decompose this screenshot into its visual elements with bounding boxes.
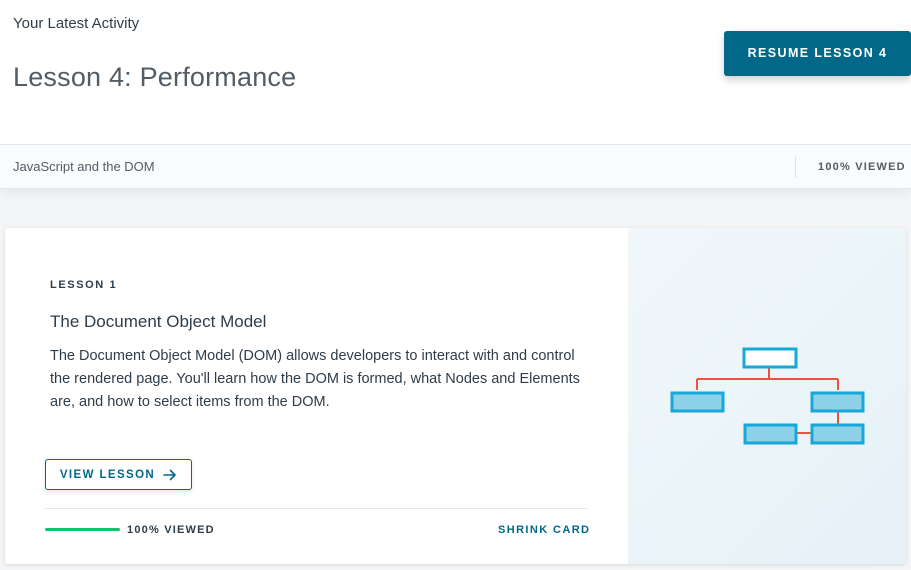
child-node — [670, 391, 725, 413]
progress-bar — [45, 528, 120, 531]
course-name: JavaScript and the DOM — [13, 159, 155, 174]
child-node — [810, 391, 865, 413]
course-divider — [795, 156, 796, 178]
course-bar: JavaScript and the DOM 100% VIEWED — [0, 144, 911, 189]
page-title: Lesson 4: Performance — [13, 62, 297, 92]
progress-bar-fill — [45, 528, 120, 531]
lesson-description: The Document Object Model (DOM) allows d… — [50, 348, 580, 410]
lesson-title: The Document Object Model — [50, 312, 267, 331]
activity-header: Your Latest Activity Lesson 4: Performan… — [0, 0, 911, 144]
lesson-card: LESSON 1 The Document Object Model The D… — [5, 228, 906, 564]
grandchild-node — [743, 423, 798, 445]
root-node — [742, 347, 798, 369]
shrink-card-link[interactable]: SHRINK CARD — [498, 524, 590, 536]
lesson-number: LESSON 1 — [50, 279, 118, 291]
progress-label: 100% VIEWED — [127, 524, 215, 536]
course-viewed-status: 100% VIEWED — [818, 161, 906, 173]
dom-tree-diagram — [670, 347, 865, 445]
activity-label: Your Latest Activity — [13, 15, 140, 32]
view-lesson-label: VIEW LESSON — [59, 468, 156, 481]
resume-lesson-button[interactable]: RESUME LESSON 4 — [724, 31, 911, 76]
lesson-illustration — [628, 228, 906, 564]
card-divider — [45, 508, 588, 509]
view-lesson-button[interactable]: VIEW LESSON — [45, 459, 192, 490]
grandchild-node — [810, 423, 865, 445]
lesson-card-body: LESSON 1 The Document Object Model The D… — [5, 228, 628, 564]
arrow-right-icon — [163, 469, 176, 480]
